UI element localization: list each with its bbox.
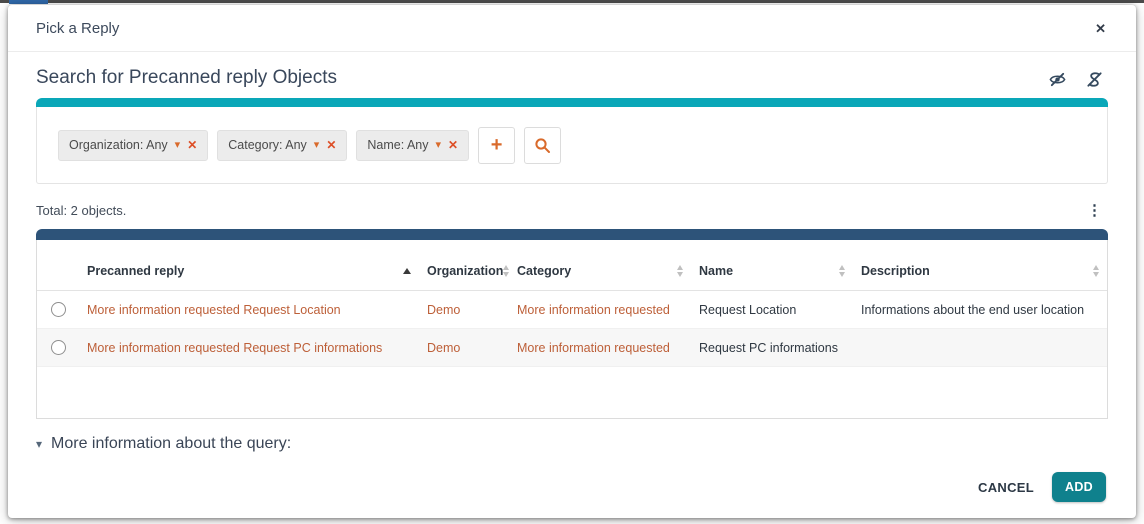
category-link[interactable]: More information requested [517, 303, 670, 317]
search-icon [534, 137, 551, 154]
column-category[interactable]: Category [509, 240, 691, 291]
query-info-toggle[interactable]: ▾ More information about the query: [36, 435, 1108, 453]
sort-asc-icon[interactable] [403, 268, 411, 274]
column-name[interactable]: Name [691, 240, 853, 291]
dialog-title: Pick a Reply [36, 20, 119, 37]
table-menu-icon[interactable]: ⋮ [1081, 201, 1108, 219]
name-cell: Request PC informations [699, 341, 838, 355]
sort-icon[interactable] [503, 265, 509, 277]
filter-label: Name: Any [367, 138, 428, 152]
results-summary-row: Total: 2 objects. ⋮ [36, 201, 1108, 219]
search-criteria-panel: Organization: Any ▾ ✕ Category: Any ▾ ✕ … [36, 107, 1108, 184]
pick-reply-dialog: Pick a Reply ✕ Search for Precanned repl… [8, 5, 1136, 518]
organization-link[interactable]: Demo [427, 303, 460, 317]
plus-icon: + [491, 135, 503, 155]
dialog-header: Pick a Reply ✕ [8, 5, 1136, 52]
remove-filter-icon[interactable]: ✕ [326, 139, 336, 151]
results-table: Precanned reply Organization [37, 240, 1107, 367]
add-button[interactable]: ADD [1052, 472, 1106, 502]
sort-icon[interactable] [677, 265, 683, 277]
table-accent-bar [36, 229, 1108, 240]
sort-icon[interactable] [1093, 265, 1099, 277]
chevron-down-icon[interactable]: ▾ [175, 140, 181, 151]
results-total: Total: 2 objects. [36, 203, 126, 218]
precanned-reply-link[interactable]: More information requested Request Locat… [87, 303, 341, 317]
table-row[interactable]: More information requested Request Locat… [37, 291, 1107, 329]
remove-filter-icon[interactable]: ✕ [187, 139, 197, 151]
dialog-footer: CANCEL ADD [8, 464, 1136, 518]
sort-icon[interactable] [839, 265, 845, 277]
eye-slash-icon[interactable] [1048, 70, 1067, 89]
background-page-edge [0, 0, 1144, 3]
chevron-down-icon[interactable]: ▾ [436, 140, 442, 151]
column-label: Precanned reply [87, 264, 184, 278]
filter-label: Category: Any [228, 138, 307, 152]
row-radio-button[interactable] [51, 302, 66, 317]
organization-link[interactable]: Demo [427, 341, 460, 355]
name-cell: Request Location [699, 303, 796, 317]
column-description[interactable]: Description [853, 240, 1107, 291]
column-organization[interactable]: Organization [419, 240, 509, 291]
search-heading: Search for Precanned reply Objects [36, 67, 337, 89]
column-label: Organization [427, 264, 503, 278]
column-select [37, 240, 79, 291]
dialog-body: Search for Precanned reply Objects [8, 52, 1136, 464]
search-panel-accent-bar [36, 98, 1108, 107]
search-toolbar [1048, 70, 1108, 89]
table-row[interactable]: More information requested Request PC in… [37, 329, 1107, 367]
filter-label: Organization: Any [69, 138, 168, 152]
filter-chip-organization[interactable]: Organization: Any ▾ ✕ [58, 130, 208, 161]
close-icon[interactable]: ✕ [1091, 18, 1110, 39]
category-link[interactable]: More information requested [517, 341, 670, 355]
column-label: Name [699, 264, 733, 278]
table-header-row: Precanned reply Organization [37, 240, 1107, 291]
query-info-label: More information about the query: [51, 435, 291, 453]
remove-filter-icon[interactable]: ✕ [448, 139, 458, 151]
background-page-tab [9, 0, 48, 4]
caret-down-icon: ▾ [36, 438, 42, 450]
description-cell: Informations about the end user location [861, 303, 1084, 317]
column-label: Description [861, 264, 930, 278]
column-label: Category [517, 264, 571, 278]
auto-submit-slash-icon[interactable] [1085, 70, 1104, 89]
chevron-down-icon[interactable]: ▾ [314, 140, 320, 151]
precanned-reply-link[interactable]: More information requested Request PC in… [87, 341, 382, 355]
search-header: Search for Precanned reply Objects [36, 67, 1108, 89]
add-criterion-button[interactable]: + [478, 127, 515, 164]
cancel-button[interactable]: CANCEL [978, 480, 1034, 495]
filter-chip-name[interactable]: Name: Any ▾ ✕ [356, 130, 469, 161]
filter-chip-category[interactable]: Category: Any ▾ ✕ [217, 130, 347, 161]
search-button[interactable] [524, 127, 561, 164]
results-table-panel: Precanned reply Organization [36, 240, 1108, 419]
row-radio-button[interactable] [51, 340, 66, 355]
column-precanned-reply[interactable]: Precanned reply [79, 240, 419, 291]
